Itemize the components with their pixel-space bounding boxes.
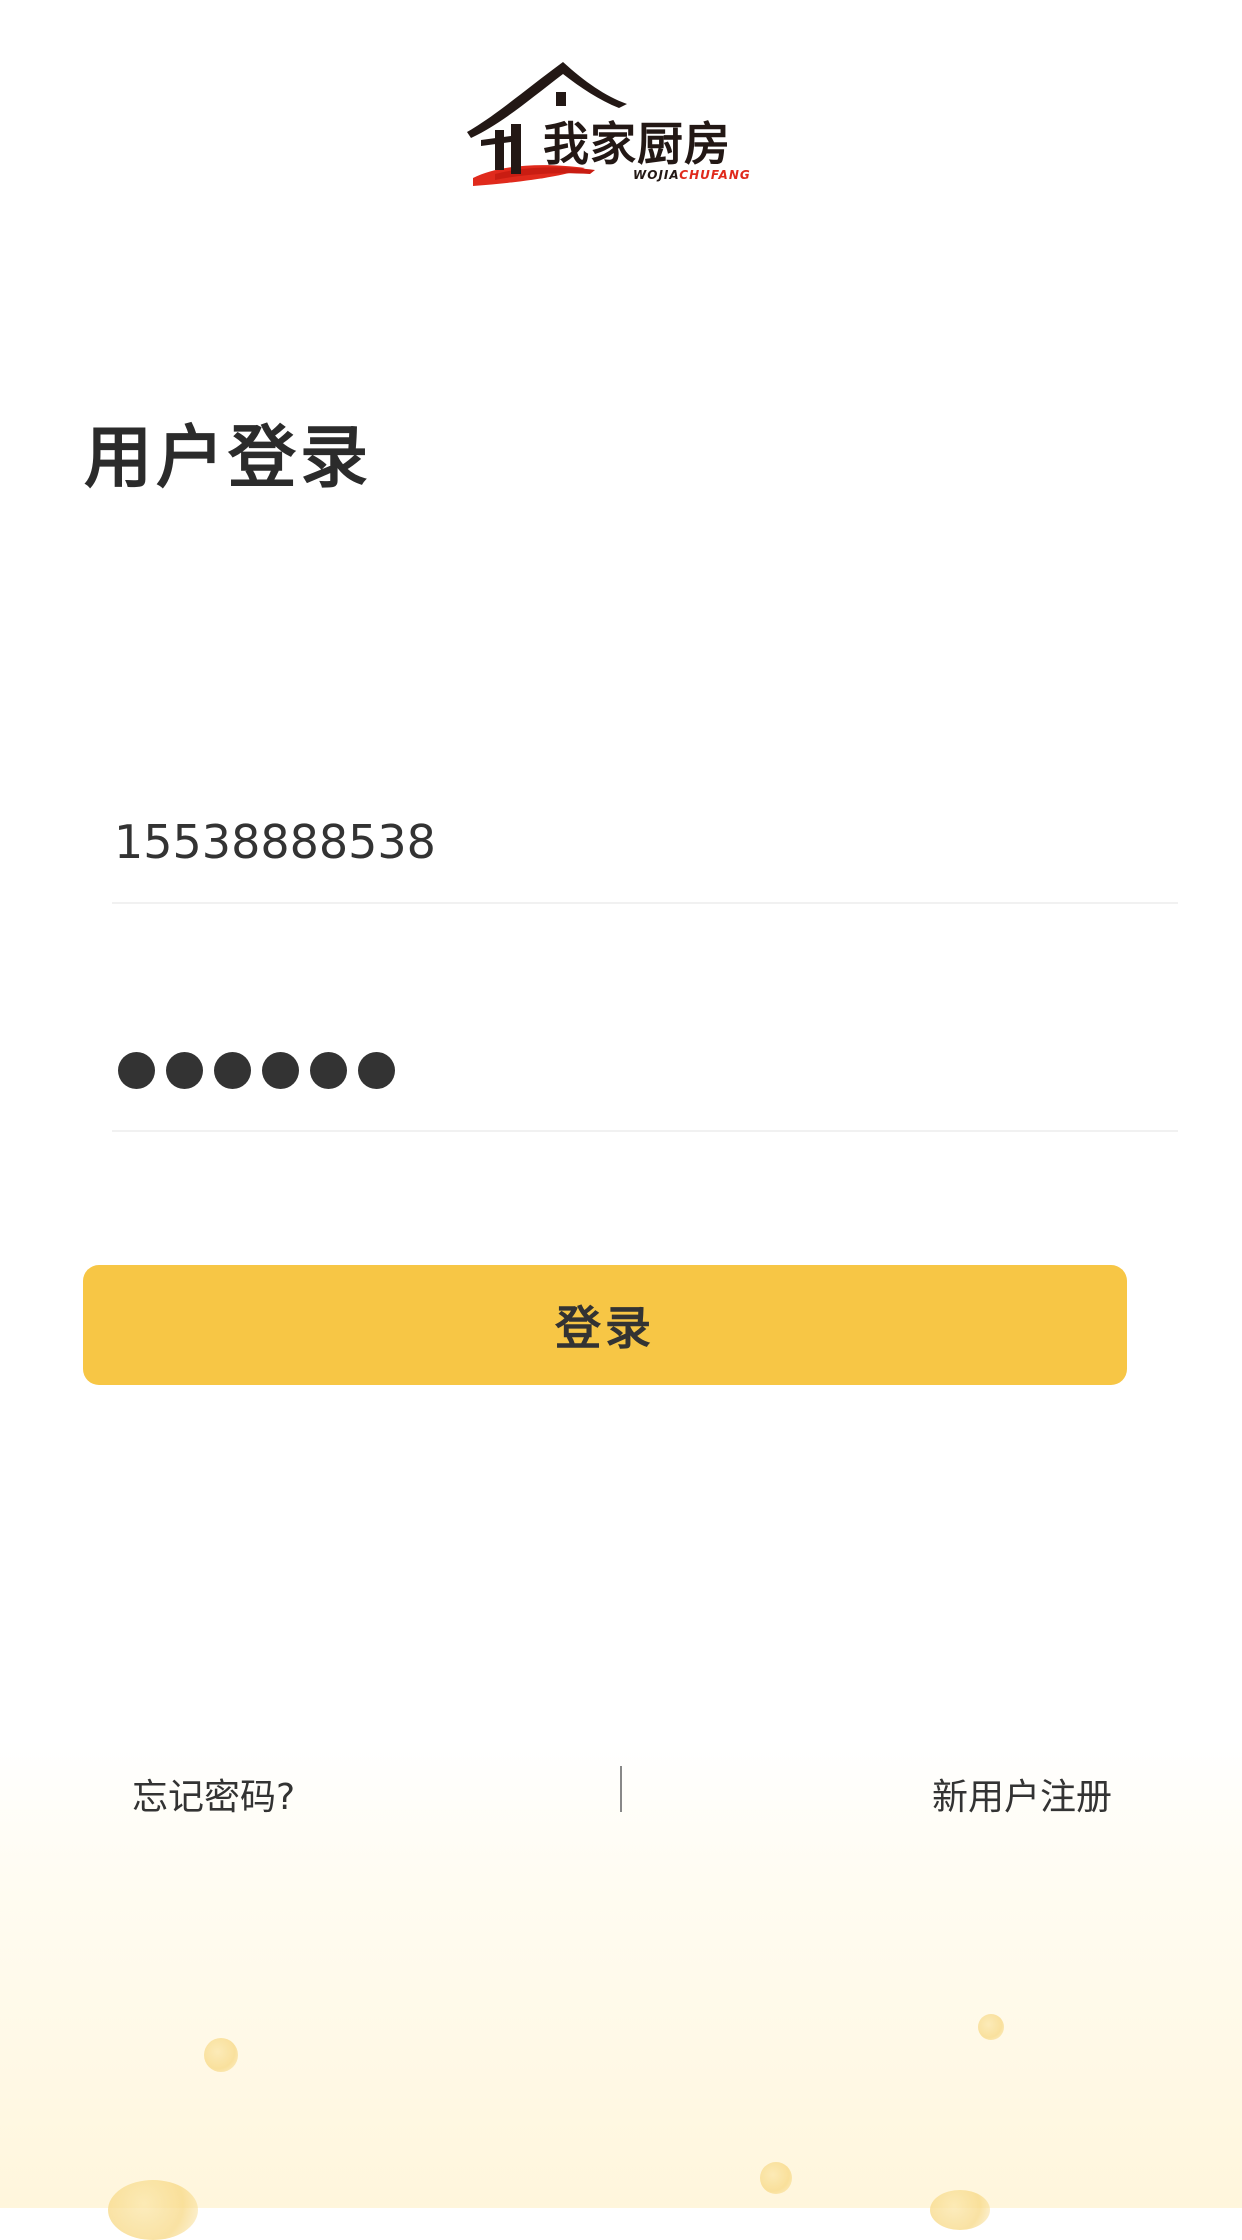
links-divider	[620, 1766, 622, 1812]
app-logo: 我家厨房 WOJIACHUFANG	[465, 58, 765, 193]
password-input[interactable]	[118, 1052, 395, 1089]
password-mask-dot	[214, 1052, 251, 1089]
logo-text: 我家厨房	[543, 117, 731, 171]
login-button[interactable]: 登录	[83, 1265, 1127, 1385]
register-link[interactable]: 新用户注册	[932, 1768, 1112, 1820]
decorative-bubble	[204, 2038, 238, 2072]
decorative-bubble	[978, 2014, 1004, 2040]
password-mask-dot	[118, 1052, 155, 1089]
password-mask-dot	[166, 1052, 203, 1089]
page-title: 用户登录	[84, 419, 373, 498]
decorative-bubble	[930, 2190, 990, 2230]
password-mask-dot	[358, 1052, 395, 1089]
password-mask-dot	[262, 1052, 299, 1089]
logo-subtitle-part1: WOJIA	[633, 168, 680, 182]
decorative-bubble	[108, 2180, 198, 2240]
bottom-links: 忘记密码? 新用户注册	[0, 1760, 1242, 1820]
logo-subtitle: WOJIACHUFANG	[633, 168, 751, 182]
password-mask-dot	[310, 1052, 347, 1089]
decorative-bubble	[760, 2162, 792, 2194]
logo-subtitle-part2: CHUFANG	[679, 168, 751, 182]
phone-field	[112, 782, 1178, 904]
forgot-password-link[interactable]: 忘记密码?	[132, 1768, 295, 1820]
phone-input[interactable]	[114, 802, 1154, 882]
password-field	[112, 1010, 1178, 1132]
